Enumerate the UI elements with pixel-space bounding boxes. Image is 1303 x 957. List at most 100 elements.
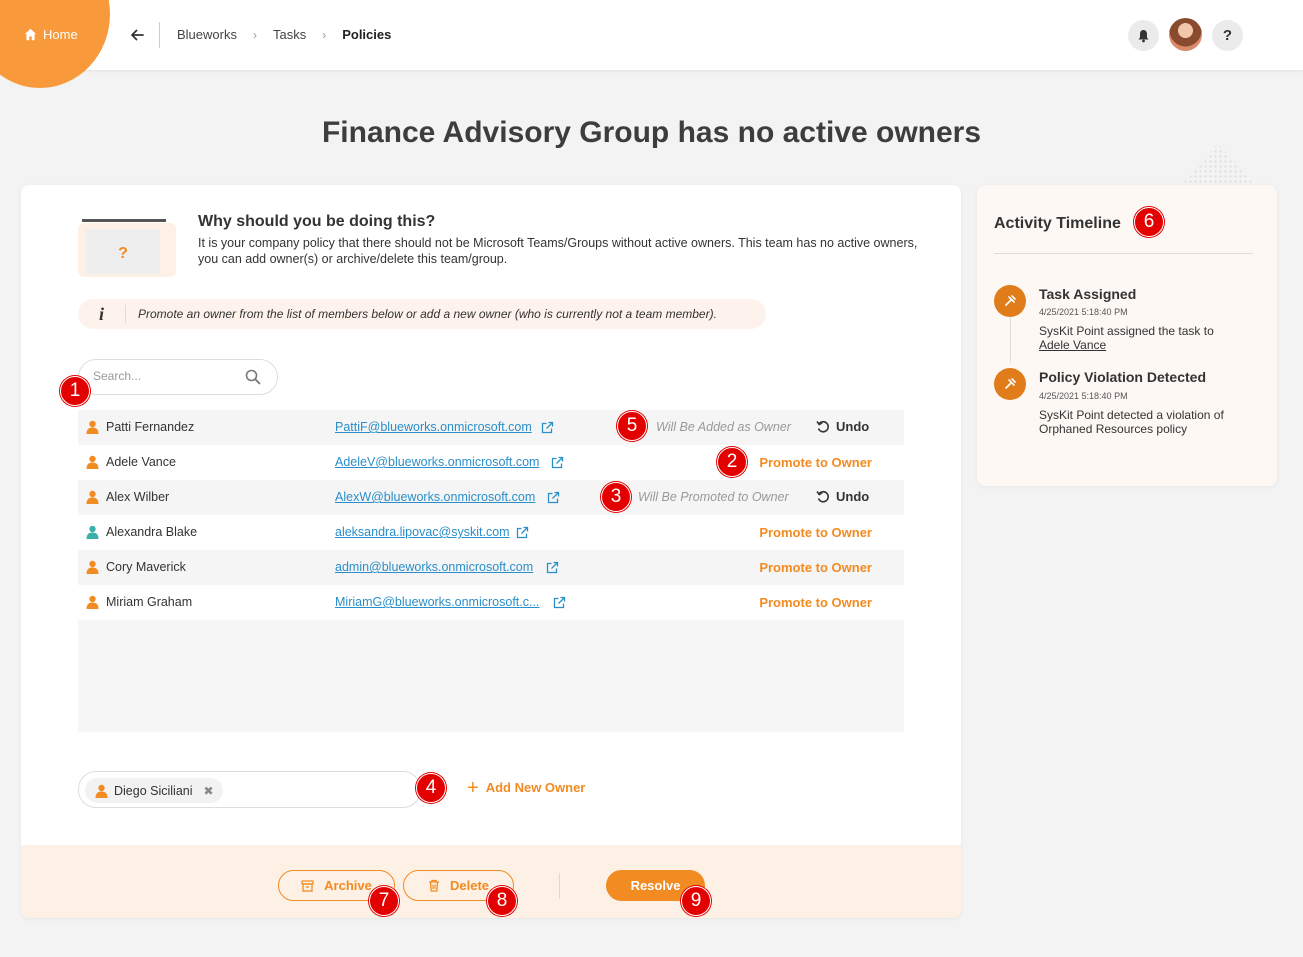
question-mark-icon: ?	[1222, 27, 1233, 44]
timeline-event-desc: SysKit Point assigned the task to Adele …	[1039, 324, 1249, 352]
help-button[interactable]: ?	[1212, 20, 1243, 51]
footer-divider	[559, 873, 560, 899]
new-owner-input[interactable]: Diego Siciliani ✖	[78, 771, 421, 808]
header-divider	[159, 22, 160, 48]
timeline-connector	[1010, 315, 1011, 363]
remove-chip-icon[interactable]: ✖	[203, 784, 213, 798]
plus-icon: +	[467, 776, 479, 799]
member-name: Miriam Graham	[106, 595, 193, 609]
table-row: Adele Vance AdeleV@blueworks.onmicrosoft…	[78, 445, 904, 480]
search-input[interactable]	[93, 369, 233, 383]
timeline-title: Activity Timeline	[994, 215, 1121, 232]
member-email-link[interactable]: AdeleV@blueworks.onmicrosoft.com	[335, 455, 539, 469]
undo-button[interactable]: Undo	[816, 489, 869, 504]
trash-icon	[428, 879, 439, 892]
archive-icon	[301, 879, 314, 892]
owner-chip: Diego Siciliani ✖	[85, 778, 223, 803]
timeline-event-icon	[994, 368, 1026, 400]
policy-card: ? Why should you be doing this? It is yo…	[21, 185, 961, 918]
page-title: Finance Advisory Group has no active own…	[321, 116, 982, 149]
timeline-event-text: SysKit Point assigned the task to	[1039, 324, 1214, 338]
wrench-icon	[1005, 378, 1016, 389]
why-text: It is your company policy that there sho…	[198, 236, 918, 266]
member-email-link[interactable]: aleksandra.lipovac@syskit.com	[335, 525, 510, 539]
annotation-marker: 6	[1134, 207, 1164, 237]
notifications-button[interactable]	[1128, 20, 1159, 51]
annotation-marker: 8	[487, 886, 517, 916]
timeline-event-title: Task Assigned	[1039, 286, 1137, 302]
timeline-event-time: 4/25/2021 5:18:40 PM	[1039, 307, 1128, 317]
home-label: Home	[43, 27, 78, 42]
table-row: Alexandra Blake aleksandra.lipovac@syski…	[78, 515, 904, 550]
person-icon	[86, 560, 99, 574]
promote-to-owner-button[interactable]: Promote to Owner	[759, 560, 872, 575]
activity-timeline: Activity Timeline Task Assigned 4/25/202…	[977, 185, 1277, 486]
annotation-marker: 5	[617, 411, 647, 441]
member-name: Patti Fernandez	[106, 420, 195, 434]
search-icon[interactable]	[245, 369, 261, 385]
timeline-divider	[994, 253, 1253, 254]
annotation-marker: 3	[601, 482, 631, 512]
undo-label: Undo	[836, 419, 870, 434]
owner-chip-name: Diego Siciliani	[114, 783, 193, 798]
home-blob	[0, 0, 110, 88]
owner-status: Will Be Promoted to Owner	[638, 490, 789, 504]
annotation-marker: 1	[60, 376, 90, 406]
breadcrumb-blueworks[interactable]: Blueworks	[177, 27, 237, 42]
delete-label: Delete	[449, 878, 490, 893]
breadcrumb-policies: Policies	[342, 27, 392, 42]
member-name: Cory Maverick	[106, 560, 186, 574]
home-icon	[24, 28, 37, 41]
table-row: Alex Wilber AlexW@blueworks.onmicrosoft.…	[78, 480, 904, 515]
external-link-icon[interactable]	[551, 456, 564, 469]
members-table: Patti Fernandez PattiF@blueworks.onmicro…	[78, 410, 904, 732]
member-email-link[interactable]: MiriamG@blueworks.onmicrosoft.c...	[335, 595, 539, 609]
breadcrumb: Blueworks › Tasks › Policies	[177, 27, 391, 42]
promote-to-owner-button[interactable]: Promote to Owner	[759, 595, 872, 610]
external-link-icon[interactable]	[541, 421, 554, 434]
member-email-link[interactable]: admin@blueworks.onmicrosoft.com	[335, 560, 533, 574]
person-icon	[86, 595, 99, 609]
member-email-link[interactable]: PattiF@blueworks.onmicrosoft.com	[335, 420, 532, 434]
avatar[interactable]	[1169, 18, 1202, 51]
external-link-icon[interactable]	[547, 491, 560, 504]
wrench-icon	[1005, 295, 1016, 306]
member-name: Alex Wilber	[106, 490, 170, 504]
chevron-right-icon: ›	[252, 27, 257, 42]
home-button[interactable]: Home	[24, 27, 78, 42]
person-icon	[86, 490, 99, 504]
top-bar: Home Blueworks › Tasks › Policies ?	[0, 0, 1303, 88]
undo-icon	[816, 490, 829, 502]
member-email-link[interactable]: AlexW@blueworks.onmicrosoft.com	[335, 490, 535, 504]
annotation-marker: 2	[717, 447, 747, 477]
external-link-icon[interactable]	[546, 561, 559, 574]
promote-to-owner-button[interactable]: Promote to Owner	[759, 525, 872, 540]
add-new-owner-button[interactable]: + Add New Owner	[467, 776, 586, 799]
table-row: Miriam Graham MiriamG@blueworks.onmicros…	[78, 585, 904, 620]
info-bar: i Promote an owner from the list of memb…	[78, 299, 766, 329]
table-row: Patti Fernandez PattiF@blueworks.onmicro…	[78, 410, 904, 445]
person-icon	[95, 784, 108, 798]
promote-to-owner-button[interactable]: Promote to Owner	[759, 455, 872, 470]
person-icon	[86, 525, 99, 539]
assignee-link[interactable]: Adele Vance	[1039, 338, 1106, 352]
external-link-icon[interactable]	[516, 526, 529, 539]
timeline-event-icon	[994, 285, 1026, 317]
person-icon	[86, 455, 99, 469]
annotation-marker: 4	[416, 773, 446, 803]
search-box[interactable]	[78, 359, 278, 395]
owner-status: Will Be Added as Owner	[656, 420, 791, 434]
undo-button[interactable]: Undo	[816, 419, 869, 434]
why-title: Why should you be doing this?	[198, 213, 436, 230]
chevron-right-icon: ›	[322, 27, 327, 42]
timeline-event-title: Policy Violation Detected	[1039, 369, 1207, 385]
back-arrow-icon[interactable]	[128, 26, 146, 44]
timeline-event-desc: SysKit Point detected a violation of Orp…	[1039, 408, 1224, 436]
breadcrumb-tasks[interactable]: Tasks	[273, 27, 306, 42]
add-new-owner-label: Add New Owner	[485, 780, 586, 795]
member-name: Adele Vance	[106, 455, 176, 469]
external-link-icon[interactable]	[553, 596, 566, 609]
archive-label: Archive	[324, 878, 372, 893]
bell-icon	[1138, 29, 1149, 42]
member-name: Alexandra Blake	[106, 525, 198, 539]
